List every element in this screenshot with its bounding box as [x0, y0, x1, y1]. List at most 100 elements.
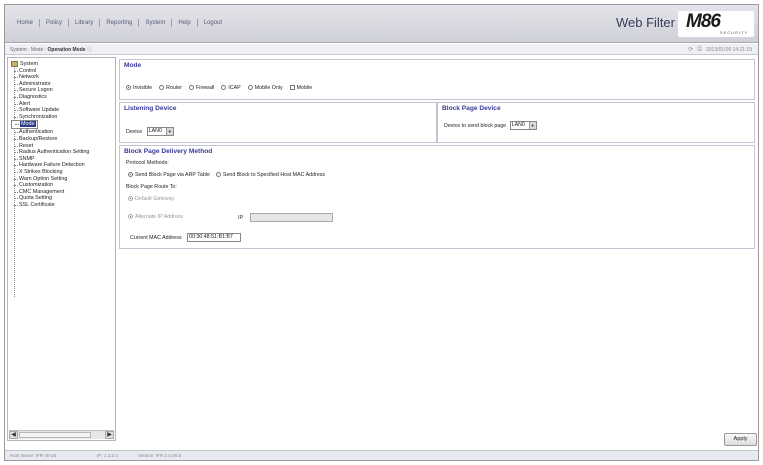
blockdev-label: Device to send block page: [444, 122, 507, 129]
print-icon[interactable]: ⎙: [697, 46, 702, 53]
sidebar-item-synchronization[interactable]: Synchronization: [11, 114, 115, 121]
menu-library[interactable]: Library: [69, 19, 101, 27]
sidebar-item-label: Network: [19, 74, 39, 81]
method-arp[interactable]: Send Block Page via ARP Table: [128, 172, 210, 178]
sidebar-item-label: Diagnostics: [19, 93, 47, 100]
sidebar-item-network[interactable]: Network: [11, 74, 115, 81]
sidebar-item-cmc-management[interactable]: CMC Management: [11, 189, 115, 196]
sidebar-item-control[interactable]: Control: [11, 68, 115, 75]
sidebar-item-label: Alert: [19, 100, 31, 107]
sidebar-item-administrator[interactable]: Administrator: [11, 81, 115, 88]
mode-invisible[interactable]: Invisible: [126, 85, 152, 91]
main-menu: Home Policy Library Reporting System Hel…: [11, 19, 228, 27]
sidebar-item-reset[interactable]: Reset: [11, 143, 115, 150]
mode-mobile-only-label: Mobile Only: [254, 85, 283, 91]
ip-label: IP: [238, 214, 243, 221]
sidebar-item-quota-setting[interactable]: Quota Setting: [11, 195, 115, 202]
logo-text: M86: [686, 11, 721, 32]
radio-method-mac[interactable]: [215, 172, 221, 178]
tree-root-label: System: [20, 61, 38, 67]
apply-button[interactable]: Apply: [724, 433, 757, 446]
scroll-right-button[interactable]: ▶: [105, 431, 114, 439]
sidebar-item-hardware-failure-detection[interactable]: Hardware Failure Detection: [11, 162, 115, 169]
route-default[interactable]: Default Gateway: [128, 196, 174, 202]
sidebar-item-backup-restore[interactable]: Backup/Restore: [11, 136, 115, 143]
listening-row: Device LAN0 ▼: [126, 127, 174, 136]
scroll-thumb[interactable]: [19, 432, 91, 438]
mode-options: Invisible Router Firewall ICAP Mobile On…: [126, 85, 312, 91]
breadcrumb: System : Mode : Operation Mode ⓘ: [10, 46, 92, 53]
device-select-value: LAN0: [148, 128, 162, 134]
radio-mobile-only[interactable]: [247, 85, 253, 91]
mac-row: Current MAC Address 00:30:48:51:B1:B7: [130, 233, 241, 242]
sidebar-item-customization[interactable]: Customization: [11, 182, 115, 189]
mode-firewall[interactable]: Firewall: [189, 85, 214, 91]
sidebar-item-mode[interactable]: Mode: [11, 120, 38, 130]
sidebar-item-label: Reset: [19, 142, 34, 149]
sidebar-item-diagnostics[interactable]: Diagnostics: [11, 94, 115, 101]
mode-icap[interactable]: ICAP: [221, 85, 241, 91]
mac-label: Current MAC Address: [130, 234, 182, 241]
ip-input[interactable]: [250, 213, 334, 222]
radio-route-alt[interactable]: [128, 214, 133, 220]
sidebar-item-label: Customization: [19, 182, 54, 189]
sidebar-item-secure-logon[interactable]: Secure Logon: [11, 87, 115, 94]
datetime: 2013/01/09 14:21:19: [706, 46, 752, 53]
scroll-left-button[interactable]: ◀: [9, 431, 18, 439]
blockdev-select[interactable]: LAN0 ▼: [509, 121, 537, 130]
sidebar-item-software-update[interactable]: Software Update: [11, 107, 115, 114]
menu-policy[interactable]: Policy: [40, 19, 70, 27]
sidebar-item-warn-option-setting[interactable]: Warn Option Setting: [11, 176, 115, 183]
chevron-down-icon: ▼: [528, 122, 536, 129]
route-alt[interactable]: Alternate IP Address: [128, 214, 183, 220]
sidebar-item-label: Radius Authentication Setting: [19, 149, 90, 156]
menu-logout[interactable]: Logout: [198, 19, 228, 27]
radio-router[interactable]: [159, 85, 165, 91]
radio-icap[interactable]: [221, 85, 227, 91]
radio-invisible[interactable]: [126, 85, 131, 91]
logo-subtext: SECURITY: [720, 30, 749, 35]
mode-mobile[interactable]: Mobile: [289, 85, 312, 91]
delivery-panel: Block Page Delivery Method Protocol Meth…: [119, 145, 755, 249]
sidebar-item-label: SNMP: [19, 155, 35, 162]
radio-method-arp[interactable]: [128, 172, 133, 178]
sidebar-item-alert[interactable]: Alert: [11, 101, 115, 108]
question-icon[interactable]: ⓘ: [87, 47, 92, 53]
tree-root[interactable]: System: [11, 61, 115, 68]
sidebar-item-ssl-certificate[interactable]: SSL Certificate: [11, 202, 115, 209]
tree-items: Control Network Administrator Secure Logon D…: [11, 68, 115, 209]
sidebar-item-label: Quota Setting: [19, 195, 52, 202]
nav-tree: System Control Network Administrator Secure…: [11, 61, 115, 297]
listening-title: Listening Device: [124, 105, 177, 112]
top-bar: Home Policy Library Reporting System Hel…: [5, 5, 758, 43]
sidebar-item-authentication[interactable]: Authentication: [11, 129, 115, 136]
route-label: Block Page Route To:: [126, 184, 177, 190]
menu-home[interactable]: Home: [11, 19, 41, 27]
sidebar-item-x-strikes-blocking[interactable]: X Strikes Blocking: [11, 169, 115, 176]
protocol-options: Send Block Page via ARP Table Send Block…: [128, 172, 325, 178]
horizontal-scrollbar[interactable]: ◀ ▶: [9, 430, 114, 439]
sidebar-item-label: Warn Option Setting: [19, 175, 68, 182]
sidebar-item-label: Administrator: [19, 80, 51, 87]
sidebar-item-snmp[interactable]: SNMP: [11, 156, 115, 163]
sidebar-item-radius-authentication-setting[interactable]: Radius Authentication Setting: [11, 149, 115, 156]
radio-firewall[interactable]: [189, 85, 195, 91]
radio-route-default[interactable]: [128, 196, 133, 202]
mode-router-label: Router: [166, 85, 183, 91]
sidebar-item-label: Secure Logon: [19, 87, 53, 94]
menu-reporting[interactable]: Reporting: [100, 19, 140, 27]
mode-mobile-only[interactable]: Mobile Only: [247, 85, 283, 91]
menu-system[interactable]: System: [139, 19, 173, 27]
company-logo: M86 SECURITY: [678, 11, 754, 37]
method-mac[interactable]: Send Block to Specified Host MAC Address: [215, 172, 325, 178]
breadcrumb-current: Operation Mode: [47, 47, 86, 53]
mode-title: Mode: [124, 62, 142, 69]
device-select[interactable]: LAN0 ▼: [146, 127, 174, 136]
checkbox-mobile[interactable]: [289, 85, 295, 91]
sidebar-item-label: Software Update: [19, 107, 60, 114]
mode-icap-label: ICAP: [228, 85, 241, 91]
sidebar-item-label: Hardware Failure Detection: [19, 162, 85, 169]
menu-help[interactable]: Help: [172, 19, 198, 27]
mode-router[interactable]: Router: [159, 85, 182, 91]
refresh-icon[interactable]: ⟳: [688, 46, 693, 53]
